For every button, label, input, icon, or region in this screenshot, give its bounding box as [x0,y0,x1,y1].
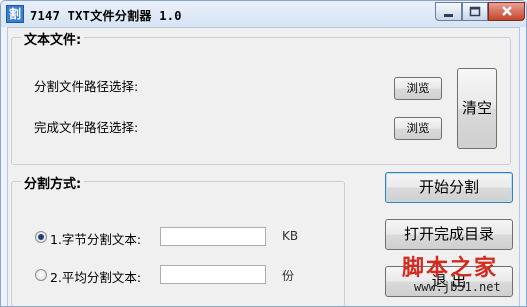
watermark-url: www.jb51.net [414,280,501,294]
watermark: 脚本之家 www.jb51.net [390,246,526,306]
clear-button[interactable]: 清空 [457,68,497,149]
byte-split-radio[interactable] [35,231,47,243]
window-title: 7147 TXT文件分割器 1.0 [30,9,182,23]
close-icon [501,6,512,16]
maximize-icon [469,6,481,17]
average-split-radio[interactable] [35,269,47,281]
file-group [11,37,511,165]
byte-split-label[interactable]: 1.字节分割文本: [50,229,141,248]
split-path-label: 分割文件路径选择: [34,79,139,94]
parts-unit-label: 份 [282,269,295,283]
done-path-label: 完成文件路径选择: [34,120,139,135]
app-window: 割 7147 TXT文件分割器 1.0 文本文件: 分割文件路径选择: 完成文件… [0,0,527,307]
app-icon: 割 [6,5,24,23]
browse-split-button[interactable]: 浏览 [394,77,442,100]
watermark-text: 脚本之家 [402,255,499,281]
file-group-title: 文本文件: [21,29,85,48]
average-split-label[interactable]: 2.平均分割文本: [50,267,141,286]
part-count-input[interactable] [160,265,266,284]
start-split-button[interactable]: 开始分割 [385,172,513,203]
minimize-button[interactable] [435,2,462,21]
title-bar[interactable]: 割 7147 TXT文件分割器 1.0 [1,1,526,27]
mode-group-title: 分割方式: [21,173,85,192]
close-button[interactable] [488,2,525,21]
byte-size-input[interactable] [160,227,266,246]
browse-done-button[interactable]: 浏览 [394,117,442,140]
maximize-button[interactable] [462,2,488,21]
kb-unit-label: KB [282,229,299,243]
minimize-icon [443,14,453,17]
